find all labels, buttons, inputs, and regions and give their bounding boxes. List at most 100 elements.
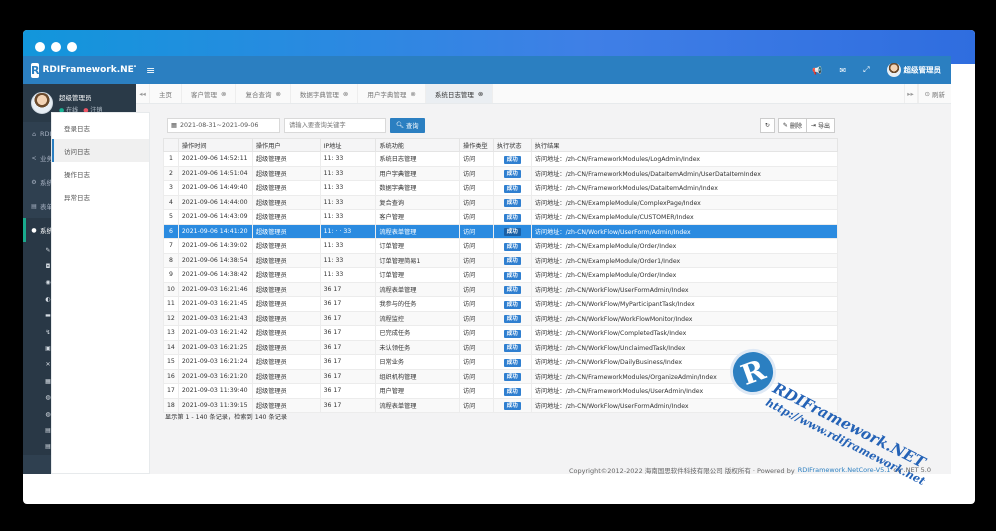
tabs-scroll-left-icon[interactable]: ◂◂ — [136, 84, 150, 103]
table-row[interactable]: 12 2021-09-03 16:21:43 超级管理员 36 17 流程监控 访问 成功访… — [163, 310, 839, 326]
close-icon[interactable]: ⊗ — [478, 90, 483, 98]
tab-2[interactable]: 复合查询 ⊗ — [236, 84, 291, 103]
status-badge: 成功 — [503, 387, 521, 396]
table-cell: 流程监控 — [375, 310, 460, 326]
column-header[interactable] — [163, 138, 179, 152]
table-cell: 2021-09-06 14:44:00 — [177, 194, 253, 210]
column-header[interactable]: 操作时间 — [177, 138, 253, 152]
column-header[interactable]: 操作用户 — [251, 138, 321, 152]
search-icon: 🔍︎ — [396, 122, 404, 129]
table-cell: 访问地址：/zh-CN/WorkFlow/DailyBusiness/Index — [530, 354, 839, 370]
delete-button[interactable]: ✎ 删除 — [777, 117, 807, 133]
close-icon[interactable]: ⊗ — [410, 90, 415, 98]
brand[interactable]: R RDIFramework.NET — [23, 56, 136, 84]
table-cell: 超级管理员 — [251, 194, 321, 210]
status-badge: 成功 — [503, 329, 521, 338]
menu-toggle-icon[interactable]: ≡ — [146, 64, 155, 77]
avatar[interactable] — [31, 92, 53, 114]
table-cell: 7 — [163, 238, 179, 254]
status-badge: 成功 — [503, 358, 521, 367]
column-header[interactable]: 执行状态 — [492, 138, 532, 152]
refresh-button[interactable]: ↻ — [759, 117, 775, 133]
table-cell: 访问地址：/zh-CN/WorkFlow/MyParticipantTask/I… — [530, 296, 839, 312]
home-icon: ⌂ — [32, 130, 36, 138]
tabs-scroll-right-icon[interactable]: ▸▸ — [903, 84, 918, 103]
tabs-spacer — [493, 84, 903, 103]
table-cell: 未认领任务 — [375, 339, 460, 355]
close-icon[interactable]: ⊗ — [343, 90, 348, 98]
tab-3[interactable]: 数据字典管理 ⊗ — [291, 84, 359, 103]
table-cell: 5 — [163, 209, 179, 225]
table-cell: 组织机构管理 — [375, 368, 460, 384]
keyword-input[interactable] — [284, 117, 386, 133]
table-cell: 成功 — [492, 151, 532, 167]
table-row[interactable]: 16 2021-09-03 16:21:20 超级管理员 36 17 组织机构管理 访问成… — [163, 368, 839, 384]
table-row[interactable]: 14 2021-09-03 16:21:25 超级管理员 36 17 未认领任务 访问 成功… — [163, 339, 839, 355]
window-dot-2[interactable] — [51, 42, 61, 52]
table-cell: 访问地址：/zh-CN/WorkFlow/WorkFlowMonitor/Ind… — [530, 310, 839, 326]
status-badge: 成功 — [503, 170, 521, 179]
table-cell: 2021-09-03 16:21:45 — [177, 296, 253, 312]
table-row[interactable]: 18 2021-09-03 11:39:15 超级管理员 36 17 流程表单管理 访问成… — [163, 397, 839, 413]
table-cell: 18 — [163, 397, 179, 413]
window-dot-1[interactable] — [35, 42, 45, 52]
close-icon[interactable]: ⊗ — [221, 90, 226, 98]
tab-4[interactable]: 用户字典管理 ⊗ — [358, 84, 426, 103]
log-menu-item[interactable]: 访问日志 — [52, 139, 149, 162]
table-cell: 超级管理员 — [251, 325, 321, 341]
megaphone-icon[interactable]: 📢 — [812, 66, 822, 75]
column-header[interactable]: 执行结果 — [530, 138, 839, 152]
tab-1[interactable]: 客户管理 ⊗ — [182, 84, 237, 103]
table-row[interactable]: 3 2021-09-06 14:49:40 超级管理员 11: 33 数据字典管理 访问成… — [163, 180, 839, 196]
table-cell: 超级管理员 — [251, 281, 321, 297]
window-dot-3[interactable] — [67, 42, 77, 52]
mail-icon[interactable]: ✉ — [839, 66, 846, 75]
column-header[interactable]: 操作类型 — [458, 138, 494, 152]
table-cell: 访问地址：/zh-CN/FrameworkModules/OrganizeAdm… — [530, 368, 839, 384]
table-cell: 成功 — [492, 296, 532, 312]
table-row[interactable]: 13 2021-09-03 16:21:42 超级管理员 36 17 已完成任务 访问 成功… — [163, 325, 839, 341]
product-link[interactable]: RDIFramework.NetCore-V5.1 — [798, 466, 891, 474]
table-cell: 访问 — [458, 296, 494, 312]
log-menu-item[interactable]: 操作日志 — [52, 162, 149, 185]
table-row[interactable]: 8 2021-09-06 14:38:54 超级管理员 11: 33 订单管理简易1 访问… — [163, 252, 839, 268]
column-header[interactable]: IP地址 — [319, 138, 377, 152]
close-icon[interactable]: ⊗ — [275, 90, 280, 98]
user-menu[interactable]: 超级管理员 — [886, 63, 941, 77]
table-row[interactable]: 4 2021-09-06 14:44:00 超级管理员 11: 33 复合查询 访问 成功访… — [163, 194, 839, 210]
table-row[interactable]: 7 2021-09-06 14:39:02 超级管理员 11: 33 订单管理 访问 成功访… — [163, 238, 839, 254]
table-row[interactable]: 15 2021-09-03 16:21:24 超级管理员 36 17 日常业务 访问 成功访… — [163, 354, 839, 370]
table-cell: 36 17 — [319, 281, 377, 297]
query-button[interactable]: 🔍︎ 查询 — [390, 117, 425, 133]
status-badge: 成功 — [503, 286, 521, 295]
table-row[interactable]: 11 2021-09-03 16:21:45 超级管理员 36 17 我参与的任务 访问成… — [163, 296, 839, 312]
tabs-refresh-button[interactable]: ⊙ 刷新 — [917, 84, 951, 103]
table-row[interactable]: 2 2021-09-06 14:51:04 超级管理员 11: 33 用户字典管理 访问成… — [163, 165, 839, 181]
table-cell: 成功 — [492, 310, 532, 326]
table-row[interactable]: 17 2021-09-03 11:39:40 超级管理员 36 17 用户管理 访问 成功访… — [163, 383, 839, 399]
table-cell: 访问 — [458, 368, 494, 384]
table-cell: 8 — [163, 252, 179, 268]
table-row[interactable]: 9 2021-09-06 14:38:42 超级管理员 11: 33 订单管理 访问 成功访… — [163, 267, 839, 283]
table-cell: 36 17 — [319, 368, 377, 384]
table-cell: 36 17 — [319, 296, 377, 312]
tab-5[interactable]: 系统日志管理 ⊗ — [425, 84, 494, 103]
table-cell: 访问地址：/zh-CN/WorkFlow/CompletedTask/Index — [530, 325, 839, 341]
date-range-picker[interactable]: ▦ 2021-08-31~2021-09-06 — [167, 117, 280, 133]
log-menu-item[interactable]: 异常日志 — [52, 185, 149, 208]
table-cell: 成功 — [492, 223, 532, 239]
table-cell: 2021-09-03 11:39:40 — [177, 383, 253, 399]
table-row[interactable]: 5 2021-09-06 14:43:09 超级管理员 11: 33 客户管理 访问 成功访… — [163, 209, 839, 225]
table-row[interactable]: 10 2021-09-03 16:21:46 超级管理员 36 17 流程表单管理 访问成… — [163, 281, 839, 297]
fullscreen-icon[interactable]: ⤢ — [863, 65, 869, 75]
refresh-icon: ↻ — [764, 121, 770, 129]
tab-0[interactable]: 主页 — [150, 84, 182, 103]
table-row[interactable]: 6 2021-09-06 14:41:20 超级管理员 11: · · 33 流程表单管… — [163, 223, 839, 239]
table-cell: 访问 — [458, 339, 494, 355]
table-cell: 访问地址：/zh-CN/ExampleModule/Order/Index — [530, 238, 839, 254]
table-row[interactable]: 1 2021-09-06 14:52:11 超级管理员 11: 33 系统日志管理 访问成… — [163, 151, 839, 167]
column-header[interactable]: 系统功能 — [375, 138, 460, 152]
tab-label: 系统日志管理 — [434, 90, 474, 99]
export-button[interactable]: ⇥ 导出 — [805, 117, 835, 133]
log-menu-item[interactable]: 登录日志 — [52, 116, 149, 139]
